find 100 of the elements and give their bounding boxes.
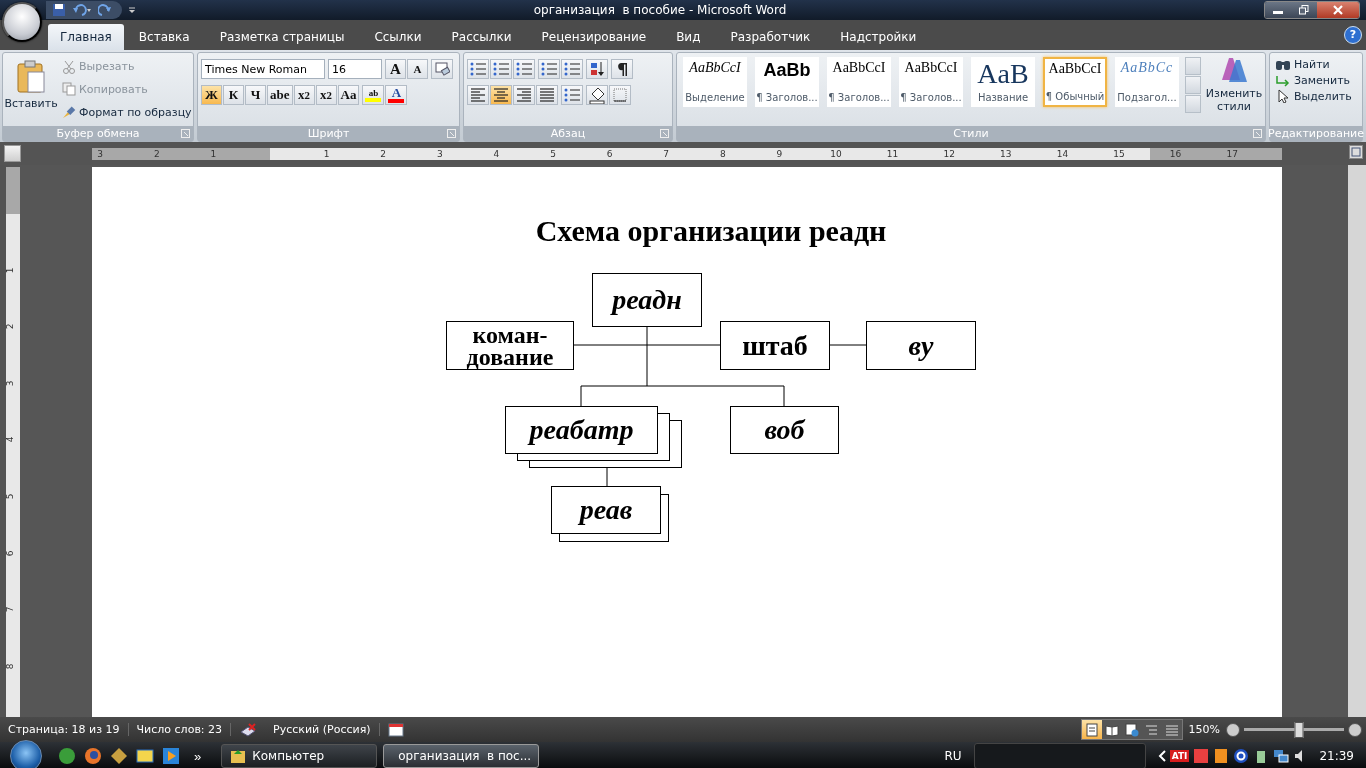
align-justify-button[interactable] <box>536 85 558 105</box>
restore-button[interactable] <box>1291 2 1317 18</box>
ribbon-tab[interactable]: Рассылки <box>436 30 527 50</box>
ruler-number: 2 <box>153 148 160 160</box>
pilcrow-icon <box>616 61 628 77</box>
align-right-icon <box>515 86 533 104</box>
sort-button[interactable] <box>586 59 608 79</box>
align-center-icon <box>492 86 510 104</box>
zoom-level[interactable]: 150% <box>1182 723 1226 736</box>
page-icon <box>1084 722 1099 737</box>
close-button[interactable] <box>1317 2 1359 18</box>
office-button[interactable] <box>2 2 42 42</box>
ribbon-tab[interactable]: Главная <box>48 24 124 50</box>
customize-icon[interactable] <box>128 6 136 14</box>
shrink-font-button[interactable]: A <box>407 59 428 79</box>
format-toggle[interactable]: К <box>223 85 244 105</box>
group-title: Шрифт <box>307 127 350 140</box>
font-color-button[interactable]: A <box>385 85 408 105</box>
ruler-number: 9 <box>776 148 783 160</box>
zoom-out-button[interactable] <box>1226 722 1240 737</box>
language-status[interactable]: Русский (Россия) <box>265 723 380 736</box>
ribbon-tab[interactable]: Вставка <box>123 30 205 50</box>
shading-button[interactable] <box>586 85 608 105</box>
align-right-button[interactable] <box>513 85 535 105</box>
ribbon-tab[interactable]: Вид <box>661 30 716 50</box>
multilevel-button[interactable] <box>513 59 535 79</box>
ribbon-tab[interactable]: Разработчик <box>715 30 826 50</box>
macro-icon[interactable] <box>387 722 404 737</box>
format-button[interactable]: Формат по образцу <box>60 104 194 121</box>
card-icon[interactable] <box>136 747 154 765</box>
change-styles-button[interactable]: Изменить стили <box>1205 53 1263 126</box>
format-toggle[interactable]: Ж <box>201 85 222 105</box>
style-swatch[interactable]: AaBb ¶ Заголов... <box>755 57 819 107</box>
clock[interactable]: 21:39 <box>1319 749 1354 763</box>
clear-format-button[interactable] <box>431 59 453 79</box>
zoom-in-button[interactable] <box>1348 722 1362 737</box>
style-swatch[interactable]: AaB Название <box>971 57 1035 107</box>
ribbon-tab[interactable]: Надстройки <box>825 30 932 50</box>
print-view-button[interactable] <box>1081 720 1102 739</box>
highlight-button[interactable]: ab <box>362 85 385 105</box>
bullets-button[interactable] <box>467 59 489 79</box>
format-toggle[interactable]: Ч <box>245 85 266 105</box>
sort-icon <box>589 60 605 78</box>
borders-button[interactable] <box>609 85 631 105</box>
numbering-button[interactable] <box>490 59 512 79</box>
style-swatch[interactable]: AaBbCcI Выделение <box>683 57 747 107</box>
document-heading: Схема организации реадн <box>534 214 888 248</box>
ruler-number: 1 <box>323 148 330 160</box>
select-button[interactable]: Выделить <box>1273 88 1359 104</box>
taskbar-button[interactable]: Компьютер <box>221 744 378 768</box>
input-language[interactable]: RU <box>944 749 962 763</box>
tab-selector-button[interactable] <box>4 145 21 162</box>
chevron-icon[interactable] <box>1157 750 1166 762</box>
ribbon-tab[interactable]: Рецензирование <box>526 30 662 50</box>
view-ruler-icon[interactable] <box>1349 145 1363 159</box>
style-swatch[interactable]: AaBbCcI ¶ Заголов... <box>899 57 963 107</box>
clipboard-icon <box>16 60 46 94</box>
undo-icon[interactable] <box>72 3 92 17</box>
connector-line <box>606 467 608 487</box>
pilcrow-button[interactable] <box>611 59 633 79</box>
format-toggle[interactable]: abe <box>267 85 293 105</box>
font-name-field[interactable]: Times New Roman <box>201 59 325 79</box>
replace-button[interactable]: Заменить <box>1273 72 1359 88</box>
align-left-button[interactable] <box>467 85 489 105</box>
paint-bucket-icon <box>588 86 606 104</box>
paste-button[interactable]: Вставить <box>6 56 56 123</box>
diamond-icon[interactable] <box>110 747 128 765</box>
ruler-number: 5 <box>6 493 16 500</box>
line-spacing-button[interactable] <box>561 85 583 105</box>
bullets-icon <box>469 60 487 78</box>
ruler-number: 17 <box>1226 148 1238 160</box>
format-toggle[interactable]: Aa <box>337 85 360 105</box>
grow-font-button[interactable]: A <box>385 59 406 79</box>
ribbon-tab[interactable]: Ссылки <box>359 30 437 50</box>
redo-icon[interactable] <box>98 3 112 17</box>
org-box: ву <box>866 321 976 370</box>
decrease-indent-button[interactable] <box>538 59 560 79</box>
spelling-icon[interactable] <box>239 721 258 738</box>
taskbar-button[interactable]: организация в пос... <box>383 744 540 768</box>
style-swatch[interactable]: AaBbCc Подзагол... <box>1115 57 1179 107</box>
start-button[interactable] <box>10 740 42 768</box>
save-icon[interactable] <box>52 3 66 17</box>
play-icon[interactable] <box>162 747 180 765</box>
vertical-scrollbar[interactable] <box>1348 165 1366 717</box>
find-button[interactable]: Найти <box>1273 56 1359 72</box>
align-center-button[interactable] <box>490 85 512 105</box>
minimize-button[interactable] <box>1265 2 1291 18</box>
network-icon[interactable] <box>1273 748 1290 764</box>
style-swatch[interactable]: AaBbCcI ¶ Обычный <box>1043 57 1107 107</box>
web-page-icon <box>1124 722 1139 737</box>
ribbon-tab[interactable]: Разметка страницы <box>204 30 360 50</box>
font-size-field[interactable]: 16 <box>328 59 382 79</box>
more-button[interactable]: » <box>188 747 208 765</box>
increase-indent-button[interactable] <box>561 59 583 79</box>
ruler-number: 8 <box>6 663 16 670</box>
tray-badge[interactable]: ATI <box>1169 750 1190 762</box>
help-button[interactable]: ? <box>1344 26 1362 44</box>
group-title: Стили <box>953 127 989 140</box>
style-swatch[interactable]: AaBbCcI ¶ Заголов... <box>827 57 891 107</box>
slider-thumb[interactable] <box>1294 721 1304 738</box>
